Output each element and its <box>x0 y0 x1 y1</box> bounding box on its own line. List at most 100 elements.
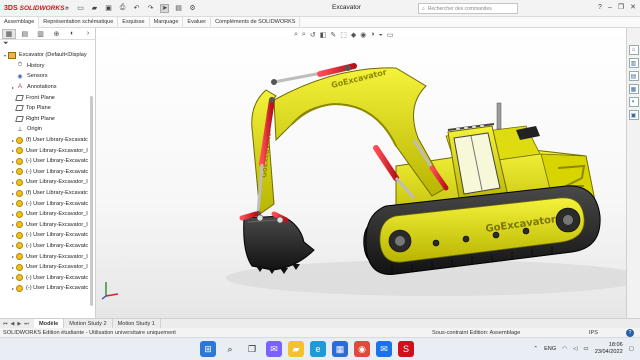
tree-scrollbar[interactable] <box>90 96 93 306</box>
feature-tree-tab-icon[interactable]: ▦ <box>2 28 16 39</box>
tray-chevron-icon[interactable]: ⌃ <box>533 346 538 352</box>
tree-item[interactable]: Right Plane <box>2 114 95 125</box>
appearances-icon[interactable]: ◐ <box>628 97 639 107</box>
tab-motion-study-2[interactable]: Motion Study 2 <box>64 318 113 329</box>
property-manager-tab-icon[interactable]: ▤ <box>18 29 32 39</box>
search-commands-input[interactable]: ⌕ Rechercher des commandes <box>418 3 518 14</box>
tab-esquisse[interactable]: Esquisse <box>118 16 150 28</box>
part-icon <box>16 178 23 186</box>
new-document-icon[interactable]: ▭ <box>76 4 85 13</box>
filter-icon[interactable]: ⏷ <box>0 40 95 50</box>
prev-tab-icon[interactable]: ◀ <box>11 321 15 327</box>
design-library-icon[interactable]: ▥ <box>628 58 639 68</box>
part-icon <box>16 221 23 229</box>
rebuild-icon[interactable]: ▤ <box>174 4 183 13</box>
chrome-icon[interactable]: ◉ <box>354 341 370 357</box>
select-arrow-icon[interactable]: ➤ <box>160 3 169 13</box>
tree-item[interactable]: ▸ User Library-Excavator_I <box>2 220 95 231</box>
expand-panel-icon[interactable]: › <box>81 29 95 39</box>
quick-access-toolbar: ⌂ ▭ ▰ ▣ ⎙ ↶ ↷ ➤ ▤ ⚙ <box>62 3 197 13</box>
solidworks-resources-icon[interactable]: ⌂ <box>628 45 639 55</box>
help-icon[interactable]: ? <box>598 4 602 11</box>
custom-properties-icon[interactable]: ▣ <box>628 110 639 120</box>
wifi-icon[interactable]: ◠ <box>562 346 567 352</box>
units-selector[interactable]: IPS <box>589 330 598 336</box>
mail-icon[interactable]: ✉ <box>376 341 392 357</box>
tree-item[interactable]: ▸ User Library-Excavator_I <box>2 251 95 262</box>
task-view-icon[interactable]: ❐ <box>244 341 260 357</box>
tab-evaluer[interactable]: Evaluer <box>183 16 212 28</box>
tab-motion-study-1[interactable]: Motion Study 1 <box>113 318 161 329</box>
tab-marquage[interactable]: Marquage <box>150 16 184 28</box>
notification-icon[interactable]: ▢ <box>629 346 634 352</box>
restore-icon[interactable]: ❐ <box>618 3 624 11</box>
save-icon[interactable]: ▣ <box>104 4 113 13</box>
feature-tree: ▾ Excavator (Default<Display ⏱ History ◉ Se… <box>0 50 95 294</box>
plane-icon <box>15 115 24 122</box>
tree-item[interactable]: ▸ User Library-Excavator_I <box>2 177 95 188</box>
print-icon[interactable]: ⎙ <box>118 4 127 13</box>
tree-item-label: History <box>27 62 45 69</box>
tree-root[interactable]: ▾ Excavator (Default<Display <box>2 50 95 61</box>
tree-item[interactable]: ▸ (f) User Library-Excavatc <box>2 188 95 199</box>
chat-icon[interactable]: ✉ <box>266 341 282 357</box>
tree-item[interactable]: ▸ User Library-Excavator_I <box>2 262 95 273</box>
tree-item[interactable]: ▸ (-) User Library-Excavatc <box>2 283 95 294</box>
dimxpert-tab-icon[interactable]: ⊕ <box>50 29 64 39</box>
command-manager-tabs: Assemblage Représentation schématique Es… <box>0 16 640 28</box>
graphics-viewport[interactable]: ⌕ ⌕ ↺ ◧ ✎ ⬚ ◆ ◉ ◑ ◒ ▭ GoExcavator GoExca… <box>96 28 626 318</box>
tree-item[interactable]: ▸ (-) User Library-Excavatc <box>2 156 95 167</box>
tab-modele[interactable]: Modèle <box>34 318 65 329</box>
tree-item[interactable]: ▸ User Library-Excavator_I <box>2 209 95 220</box>
tree-item[interactable]: ▸ A Annotations <box>2 82 95 93</box>
tree-item[interactable]: Top Plane <box>2 103 95 114</box>
display-manager-tab-icon[interactable]: ◐ <box>65 29 79 39</box>
home-icon[interactable]: ⌂ <box>62 4 71 13</box>
next-tab-icon[interactable]: ▶ <box>17 321 21 327</box>
tree-item[interactable]: ▸ (-) User Library-Excavatc <box>2 167 95 178</box>
battery-icon[interactable]: ▭ <box>583 346 588 352</box>
system-tray: ⌃ ENG ◠ ◁ ▭ 18:06 23/04/2022 ▢ <box>533 342 634 356</box>
file-explorer-icon[interactable]: ▰ <box>288 341 304 357</box>
file-explorer-icon[interactable]: ▤ <box>628 71 639 81</box>
volume-icon[interactable]: ◁ <box>573 346 577 352</box>
open-folder-icon[interactable]: ▰ <box>90 4 99 13</box>
close-icon[interactable]: ✕ <box>630 3 636 11</box>
search-icon: ⌕ <box>422 5 425 12</box>
help-icon[interactable]: ? <box>626 328 634 337</box>
options-gear-icon[interactable]: ⚙ <box>188 4 197 13</box>
store-icon[interactable]: ▦ <box>332 341 348 357</box>
first-tab-icon[interactable]: ⏮ <box>3 321 8 327</box>
tree-item[interactable]: ▸ (-) User Library-Excavatc <box>2 272 95 283</box>
tree-item[interactable]: Front Plane <box>2 92 95 103</box>
language-indicator[interactable]: ENG <box>544 346 556 352</box>
start-windows-icon[interactable]: ⊞ <box>200 341 216 357</box>
solidworks-logo[interactable]: 3DS SOLIDWORKS ▸ <box>4 5 69 12</box>
tree-item[interactable]: ◉ Sensors <box>2 71 95 82</box>
windows-taskbar: ⊞ ⌕ ❐ ✉ ▰ e ▦ ◉ ✉ S ⌃ ENG ◠ ◁ ▭ 18:06 23… <box>0 337 640 360</box>
tree-item[interactable]: ▸ (-) User Library-Excavatc <box>2 241 95 252</box>
clock[interactable]: 18:06 23/04/2022 <box>595 342 623 356</box>
undo-icon[interactable]: ↶ <box>132 4 141 13</box>
view-palette-icon[interactable]: ▦ <box>628 84 639 94</box>
tab-representation-schematique[interactable]: Représentation schématique <box>39 16 119 28</box>
tree-item[interactable]: ▸ (f) User Library-Excavatc <box>2 135 95 146</box>
tree-item[interactable]: ▸ (-) User Library-Excavatc <box>2 230 95 241</box>
tree-item[interactable]: ▸ User Library-Excavator_I <box>2 145 95 156</box>
tree-item[interactable]: ▸ (-) User Library-Excavatc <box>2 198 95 209</box>
configuration-manager-tab-icon[interactable]: ▥ <box>34 29 48 39</box>
tree-item[interactable]: ⏱ History <box>2 61 95 72</box>
excavator-model[interactable]: GoExcavator GoExcavator GoExcavator <box>96 28 626 318</box>
tab-complements[interactable]: Compléments de SOLIDWORKS <box>211 16 301 28</box>
search-icon[interactable]: ⌕ <box>222 341 238 357</box>
solidworks-taskbar-icon[interactable]: S <box>398 341 414 357</box>
assembly-icon <box>8 51 16 59</box>
history-icon: ⏱ <box>17 62 23 69</box>
tab-assemblage[interactable]: Assemblage <box>0 16 40 28</box>
minimize-icon[interactable]: – <box>608 4 612 11</box>
last-tab-icon[interactable]: ⏭ <box>24 321 29 327</box>
tree-item[interactable]: ⊥ Origin <box>2 124 95 135</box>
sensors-icon: ◉ <box>17 73 23 80</box>
redo-icon[interactable]: ↷ <box>146 4 155 13</box>
edge-icon[interactable]: e <box>310 341 326 357</box>
